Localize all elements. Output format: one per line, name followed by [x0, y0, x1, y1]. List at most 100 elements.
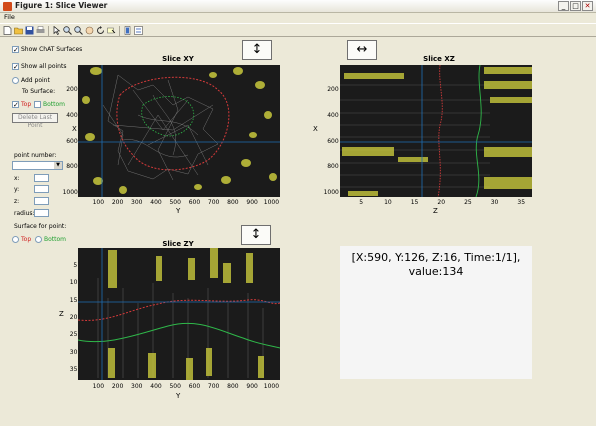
- xz-xtick: 15: [410, 199, 419, 206]
- xy-ytick: 400: [66, 111, 78, 119]
- zy-xtick: 400: [150, 383, 162, 390]
- window-title: Figure 1: Slice Viewer: [15, 1, 108, 10]
- xy-flip-button[interactable]: ↕: [242, 40, 272, 60]
- zy-xtick: 100: [92, 383, 105, 390]
- menu-bar: File: [0, 13, 596, 23]
- legend-icon[interactable]: [134, 26, 143, 35]
- zy-xtick: 1000: [263, 383, 280, 390]
- delete-last-point-button[interactable]: Delete Last Point: [12, 113, 58, 129]
- save-icon[interactable]: [25, 26, 34, 35]
- xz-xtick: 30: [490, 199, 499, 206]
- zy-xtick: 200: [111, 383, 124, 390]
- radius-label: radius:: [14, 210, 35, 217]
- xz-xlabel: Z: [433, 207, 438, 215]
- zy-ylabel: Z: [59, 310, 64, 318]
- bottom-point-radio[interactable]: [35, 236, 42, 243]
- zy-ytick: 20: [69, 314, 78, 321]
- chevron-down-icon: ▼: [54, 162, 62, 169]
- show-all-points-checkbox[interactable]: ✓: [12, 63, 19, 71]
- xz-ylabel: X: [313, 125, 318, 133]
- menu-file[interactable]: File: [4, 13, 15, 21]
- xy-xtick: 700: [207, 199, 220, 206]
- zy-xtick: 500: [169, 383, 181, 390]
- xz-flip-button[interactable]: ↔: [347, 40, 377, 60]
- xz-xtick: 20: [437, 199, 446, 206]
- xy-xtick: 400: [150, 199, 162, 206]
- xz-ytick: 400: [327, 111, 339, 119]
- pixel-info-line1: [X:590, Y:126, Z:16, Time:1/1],: [351, 251, 521, 264]
- open-icon[interactable]: [14, 26, 23, 35]
- xy-title: Slice XY: [162, 55, 194, 63]
- show-chat-surfaces-checkbox[interactable]: ✓: [12, 46, 19, 54]
- title-bar: Figure 1: Slice Viewer _ □ ✕: [0, 0, 596, 13]
- bottom-surface-label: Bottom: [43, 101, 66, 108]
- arrow-icon[interactable]: [52, 26, 61, 35]
- zoom-out-icon[interactable]: [74, 26, 83, 35]
- zy-xtick: 700: [207, 383, 220, 390]
- zoom-in-icon[interactable]: [63, 26, 72, 35]
- top-surface-label: Top: [21, 101, 32, 108]
- xz-ytick: 800: [327, 163, 339, 171]
- print-icon[interactable]: [36, 26, 45, 35]
- zy-ytick: 35: [69, 366, 78, 373]
- zy-xtick: 300: [131, 383, 143, 390]
- add-point-label: Add point: [21, 77, 50, 84]
- xy-xtick: 600: [188, 199, 201, 206]
- xy-ytick: 200: [66, 86, 78, 93]
- toolbar-separator: [119, 26, 120, 36]
- data-cursor-icon[interactable]: [107, 26, 116, 35]
- to-surface-label: To Surface:: [22, 88, 56, 95]
- xy-xtick: 900: [246, 199, 258, 206]
- xy-ytick: 1000: [62, 189, 78, 196]
- xz-ytick: 200: [327, 86, 339, 93]
- zy-ytick: 15: [69, 296, 78, 304]
- maximize-button[interactable]: □: [570, 1, 581, 11]
- xy-ytick: 600: [66, 137, 78, 145]
- zy-flip-button[interactable]: ↕: [241, 225, 271, 245]
- pan-icon[interactable]: [85, 26, 94, 35]
- xz-xtick: 5: [359, 199, 364, 206]
- new-file-icon[interactable]: [3, 26, 12, 35]
- xz-xtick: 10: [384, 199, 392, 206]
- zy-ytick: 10: [69, 279, 78, 287]
- pixel-info-line2: value:134: [408, 265, 464, 278]
- zy-xtick: 600: [188, 383, 201, 390]
- bottom-surface-checkbox[interactable]: [34, 101, 41, 108]
- zy-ytick: 5: [73, 262, 78, 269]
- y-label: y:: [14, 186, 20, 193]
- x-field[interactable]: [34, 174, 49, 182]
- xy-xtick: 100: [92, 199, 105, 206]
- xy-xtick: 800: [227, 199, 239, 206]
- top-surface-checkbox[interactable]: ✓: [12, 101, 19, 109]
- toolbar: [0, 23, 596, 37]
- add-point-radio[interactable]: [12, 77, 19, 84]
- z-field[interactable]: [34, 197, 49, 205]
- minimize-button[interactable]: _: [558, 1, 569, 11]
- xy-xtick: 300: [131, 199, 143, 206]
- xy-xtick: 500: [169, 199, 181, 206]
- close-button[interactable]: ✕: [582, 1, 593, 11]
- show-chat-surfaces-label: Show ChAT Surfaces: [21, 46, 83, 53]
- radius-field[interactable]: [34, 209, 49, 217]
- top-point-radio[interactable]: [12, 236, 19, 243]
- zy-image[interactable]: [78, 248, 280, 380]
- rotate-icon[interactable]: [96, 26, 105, 35]
- xy-xtick: 200: [111, 199, 124, 206]
- xy-xlabel: Y: [176, 207, 181, 215]
- zy-xlabel: Y: [176, 392, 181, 400]
- xy-ylabel: X: [72, 125, 77, 133]
- zy-xtick: 800: [227, 383, 239, 390]
- point-number-dropdown[interactable]: ▼: [12, 161, 63, 170]
- xz-ytick: 1000: [323, 189, 339, 196]
- y-field[interactable]: [34, 185, 49, 193]
- xz-xtick: 25: [464, 199, 472, 206]
- xz-image[interactable]: [340, 65, 532, 197]
- xz-xtick: 35: [517, 199, 526, 206]
- colorbar-icon[interactable]: [123, 26, 132, 35]
- xy-image[interactable]: [78, 65, 280, 197]
- surface-for-point-label: Surface for point:: [14, 223, 67, 230]
- matlab-icon: [3, 2, 12, 11]
- bottom-point-label: Bottom: [44, 236, 67, 243]
- zy-xtick: 900: [246, 383, 258, 390]
- xz-title: Slice XZ: [423, 55, 455, 63]
